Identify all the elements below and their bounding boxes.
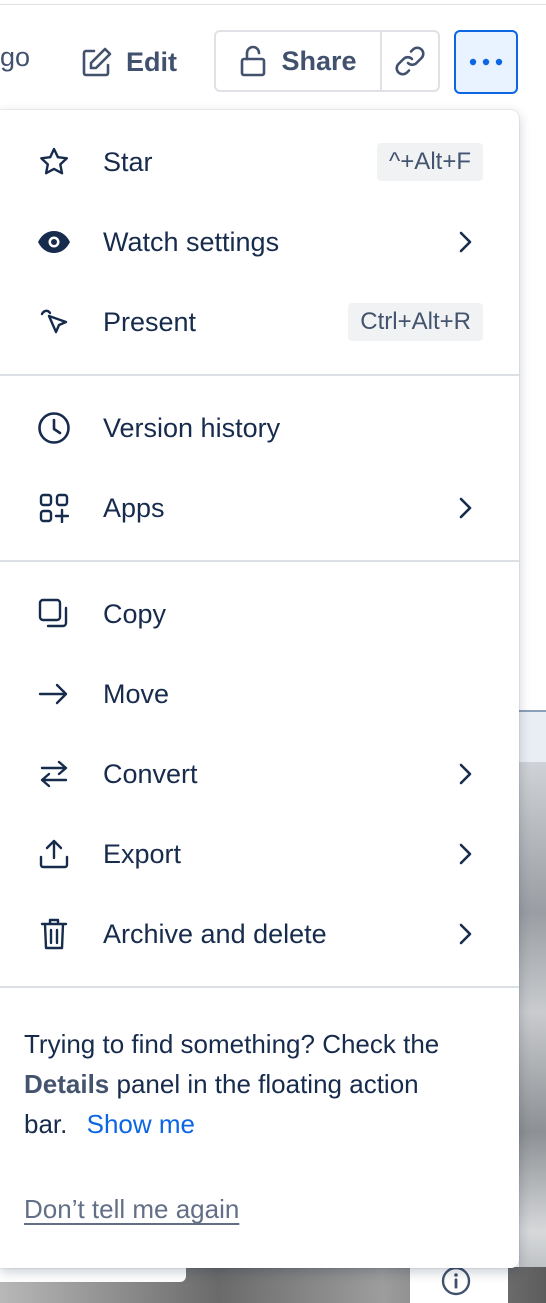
menu-item-label: Move <box>103 678 170 709</box>
more-actions-button[interactable] <box>454 30 518 94</box>
top-border <box>0 0 546 5</box>
dont-tell-me-again-link[interactable]: Don’t tell me again <box>24 1194 239 1225</box>
menu-item-move[interactable]: Move <box>0 654 519 734</box>
unlock-icon <box>241 45 266 77</box>
details-button[interactable] <box>441 1266 471 1296</box>
menu-item-label: Version history <box>103 412 281 443</box>
menu-item-star[interactable]: Star ^+Alt+F <box>0 122 519 202</box>
edit-label: Edit <box>126 46 177 77</box>
edit-button[interactable]: Edit <box>80 34 177 90</box>
link-icon <box>395 46 425 76</box>
more-dots-icon <box>469 58 503 66</box>
chevron-right-icon <box>459 231 472 253</box>
arrow-right-icon <box>36 676 72 712</box>
copy-icon <box>36 596 72 632</box>
keyboard-shortcut: ^+Alt+F <box>377 143 483 181</box>
share-label: Share <box>281 45 357 76</box>
menu-item-label: Export <box>103 838 182 869</box>
keyboard-shortcut: Ctrl+Alt+R <box>348 303 483 341</box>
show-me-link[interactable]: Show me <box>87 1109 195 1139</box>
share-group: Share <box>214 30 440 92</box>
menu-item-label: Copy <box>103 598 167 629</box>
chevron-right-icon <box>459 497 472 519</box>
toolbar-partial-button[interactable]: go <box>0 42 30 73</box>
pencil-icon <box>82 47 112 77</box>
presenter-icon <box>36 304 72 340</box>
star-icon <box>36 144 72 180</box>
menu-item-label: Present <box>103 306 197 337</box>
info-icon <box>441 1266 471 1296</box>
swap-arrows-icon <box>36 756 72 792</box>
tip-text: Trying to find something? Check the <box>24 1029 440 1059</box>
apps-grid-icon <box>36 490 72 526</box>
tip-details-bold: Details <box>24 1069 110 1099</box>
menu-item-apps[interactable]: Apps <box>0 468 519 548</box>
menu-item-convert[interactable]: Convert <box>0 734 519 814</box>
menu-item-present[interactable]: Present Ctrl+Alt+R <box>0 282 519 362</box>
menu-divider <box>0 560 519 562</box>
chevron-right-icon <box>459 923 472 945</box>
chevron-right-icon <box>459 843 472 865</box>
menu-item-label: Apps <box>103 492 165 523</box>
menu-item-label: Convert <box>103 758 198 789</box>
menu-item-version-history[interactable]: Version history <box>0 388 519 468</box>
chevron-right-icon <box>459 763 472 785</box>
menu-item-label: Star <box>103 146 153 177</box>
page-image <box>519 712 546 1303</box>
menu-item-watch-settings[interactable]: Watch settings <box>0 202 519 282</box>
trash-icon <box>36 916 72 952</box>
share-button[interactable]: Share <box>216 32 382 90</box>
eye-icon <box>36 224 72 260</box>
tip-message: Trying to find something? Check the Deta… <box>24 1024 464 1144</box>
menu-item-label: Watch settings <box>103 226 280 257</box>
menu-item-archive-and-delete[interactable]: Archive and delete <box>0 894 519 974</box>
clock-icon <box>36 410 72 446</box>
copy-link-button[interactable] <box>382 32 438 90</box>
menu-item-label: Archive and delete <box>103 918 327 949</box>
menu-item-export[interactable]: Export <box>0 814 519 894</box>
menu-divider <box>0 986 519 988</box>
upload-icon <box>36 836 72 872</box>
menu-item-copy[interactable]: Copy <box>0 574 519 654</box>
menu-divider <box>0 374 519 376</box>
